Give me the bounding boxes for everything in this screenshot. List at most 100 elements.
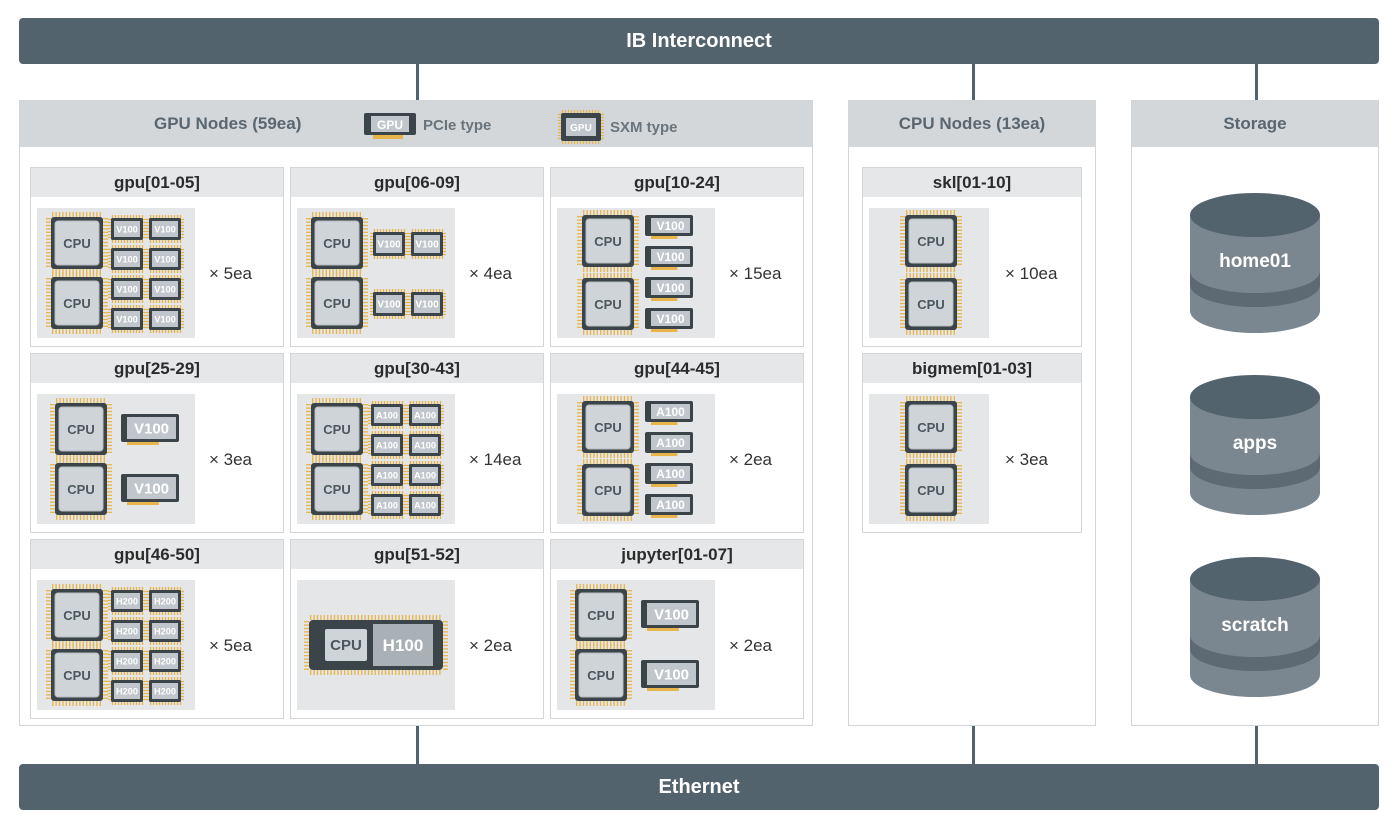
pcie-gpu-icon: V100 [645,215,693,239]
cpu-chip-icon: CPU [46,644,108,706]
gpu-label: A100 [414,501,436,511]
sxm-gpu-icon: H200 [146,677,184,705]
node-diagram: CPU CPU V100 V100 V100 V100 V100 V100 V100 V100 [46,212,184,334]
cpu-label: CPU [917,297,944,312]
gpu-label: A100 [376,441,398,451]
gpu-label: A100 [414,411,436,421]
cpu-label: CPU [594,483,621,498]
sxm-gpu-icon: V100 [146,275,184,303]
node-card: gpu[51-52] CPU H100 × 2ea [290,539,544,719]
node-count: × 10ea [1005,264,1058,283]
gpu-label: V100 [654,666,689,683]
legend-pcie-label: PCIe type [423,116,492,134]
cpu-label: CPU [323,296,350,311]
gpu-label: A100 [656,405,685,419]
gpu-label: V100 [116,285,138,295]
gpu-label: H200 [154,597,176,607]
node-hardware: CPU CPU V100 V100 [37,394,195,524]
cpu-panel-header: CPU Nodes (13ea) [849,101,1095,147]
ib-interconnect-bar: IB Interconnect [19,18,1379,64]
cpu-chip-icon: CPU [570,644,632,706]
sxm-gpu-icon: V100 [108,215,146,243]
storage-volume: apps [1190,375,1320,515]
cpu-label: CPU [323,482,350,497]
sxm-gpu-icon: V100 [146,305,184,333]
cpu-eth-connector [972,726,975,764]
gpu-label: V100 [134,420,169,437]
cpu-chip-icon: CPU [900,459,962,521]
pcie-gpu-icon: V100 [645,246,693,270]
gpu-label: V100 [154,315,176,325]
legend-pcie: GPU PCIe type [363,110,491,140]
gpu-label: V100 [415,240,439,251]
sxm-gpu-icon: H200 [108,617,146,645]
node-card: gpu[06-09] CPU CPU V100 V100 V100 V100 × 4ea [290,167,544,347]
sxm-gpu-icon: V100 [408,229,446,259]
pcie-gpu-icon: V100 [645,308,693,332]
sxm-gpu-icon: V100 [108,245,146,273]
gpu-label: H200 [154,657,176,667]
cpu-label: CPU [67,422,94,437]
pcie-gpu-icon: V100 [641,600,699,631]
node-title: gpu[51-52] [291,540,543,569]
cpu-chip-icon: CPU [306,212,368,274]
node-card: gpu[30-43] CPU CPU A100 A100 A100 A100 A100 A10… [290,353,544,533]
gpu-label: A100 [656,467,685,481]
cpu-label: CPU [587,608,614,623]
gpu-label: V100 [654,606,689,623]
storage-volume-label: apps [1232,433,1278,454]
node-diagram: CPU CPU V100 V100 [570,584,699,706]
node-diagram: CPU CPU A100 A100 A100 A100 A100 A100 A100 A100 [306,398,444,520]
cpu-label: CPU [594,234,621,249]
node-title: gpu[01-05] [31,168,283,197]
storage-panel-title: Storage [1223,114,1287,133]
cpu-chip-icon: CPU [306,398,368,460]
node-diagram: CPU CPU [900,210,962,335]
sxm-gpu-icon: A100 [368,461,406,489]
legend-sxm-label: SXM type [610,118,678,136]
gpu-label: A100 [376,501,398,511]
storage-panel-header: Storage [1132,101,1378,147]
node-title: gpu[44-45] [551,354,803,383]
cpu-chip-icon: CPU [306,458,368,520]
gpu-label: A100 [376,411,398,421]
node-hardware: CPU CPU V100 V100 V100 V100 [557,208,715,338]
cpu-label: CPU [63,608,90,623]
cpu-chip-icon: CPU [900,210,962,272]
gpu-label: V100 [116,225,138,235]
cpu-chip-icon: CPU [900,273,962,335]
sxm-gpu-icon: A100 [406,401,444,429]
node-diagram: CPU CPU A100 A100 A100 A100 [577,396,693,521]
sxm-gpu-icon: H200 [108,647,146,675]
pcie-gpu-icon: GPU [364,113,416,139]
gpu-ib-connector [416,64,419,100]
cpu-chip-icon: CPU [577,273,639,335]
node-count: × 2ea [469,636,513,655]
legend-sxm: GPU SXM type [558,110,678,144]
node-card: skl[01-10] CPU CPU × 10ea [862,167,1082,347]
gpu-label: V100 [154,225,176,235]
ethernet-label: Ethernet [658,775,740,798]
node-card: bigmem[01-03] CPU CPU × 3ea [862,353,1082,533]
gpu-label: H200 [116,687,138,697]
svg-text:GPU: GPU [570,123,592,134]
sxm-gpu-icon: H200 [146,617,184,645]
node-count: × 3ea [1005,450,1049,469]
node-title: jupyter[01-07] [551,540,803,569]
node-hardware: CPU CPU V100 V100 V100 V100 [297,208,455,338]
gpu-label: V100 [154,255,176,265]
gpu-label: V100 [377,300,401,311]
cpu-label: CPU [63,236,90,251]
node-diagram: CPU CPU V100 V100 V100 V100 [577,210,693,335]
node-count: × 5ea [209,264,253,283]
sxm-gpu-icon: A100 [406,461,444,489]
pcie-gpu-icon: A100 [645,432,693,456]
superchip-icon: CPU H100 [304,615,448,675]
gpu-label: H200 [154,687,176,697]
ethernet-bar: Ethernet [19,764,1379,810]
storage-panel: Storage home01 apps scratch [1131,100,1379,726]
pcie-gpu-icon: A100 [645,401,693,425]
storage-volume-label: home01 [1219,251,1291,272]
pcie-gpu-icon: A100 [645,494,693,518]
sxm-gpu-icon: GPU [558,110,604,144]
